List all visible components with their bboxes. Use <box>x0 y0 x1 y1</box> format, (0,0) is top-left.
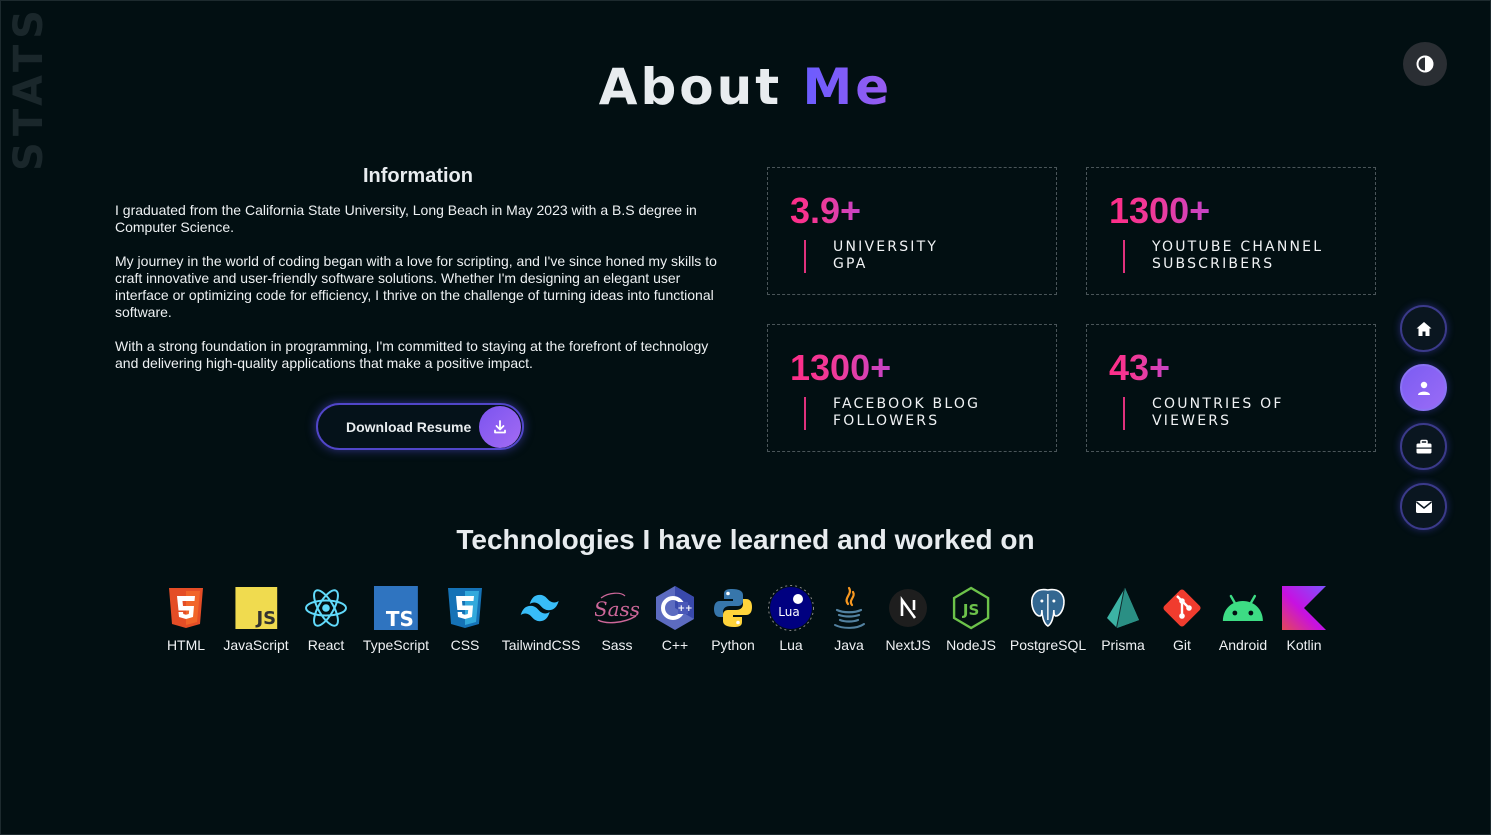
stat-value: 1300+ <box>790 347 892 388</box>
envelope-icon <box>1415 500 1432 513</box>
tech-label: Prisma <box>1101 637 1145 653</box>
stat-value: 43+ <box>1109 347 1171 388</box>
info-paragraph: With a strong foundation in programming,… <box>115 338 709 371</box>
download-resume-label: Download Resume <box>346 418 472 435</box>
android-icon <box>1220 585 1266 631</box>
technologies-list: HTML JS JavaScript React TS TypeScript C… <box>0 585 1491 665</box>
page-title: About Me <box>0 58 1491 116</box>
tech-item-cplusplus: ++ C++ <box>652 585 698 653</box>
react-icon <box>303 585 349 631</box>
svg-text:JS: JS <box>962 601 979 619</box>
stat-value: 3.9+ <box>790 190 862 231</box>
tech-item-nodejs: JS NodeJS <box>946 585 996 653</box>
stat-card-countries: 43+ COUNTRIES OF VIEWERS <box>1086 324 1376 452</box>
tech-label: NextJS <box>885 637 931 653</box>
tech-label: Java <box>834 637 864 653</box>
tech-item-lua: Lua Lua <box>768 585 814 653</box>
nodejs-icon: JS <box>948 585 994 631</box>
info-paragraph: My journey in the world of coding began … <box>115 253 717 320</box>
title-accent: Me <box>802 58 893 116</box>
kotlin-icon <box>1281 585 1327 631</box>
stat-card-gpa: 3.9+ UNIVERSITY GPA <box>767 167 1057 295</box>
theme-toggle-button[interactable] <box>1403 42 1447 86</box>
tech-item-git: Git <box>1159 585 1205 653</box>
stat-label: COUNTRIES OF VIEWERS <box>1152 396 1284 429</box>
tech-item-prisma: Prisma <box>1100 585 1146 653</box>
user-icon <box>1417 381 1430 395</box>
home-icon <box>1416 321 1431 336</box>
python-icon <box>710 585 756 631</box>
tech-label: Lua <box>779 637 803 653</box>
postgresql-icon <box>1025 585 1071 631</box>
stat-label: YOUTUBE CHANNEL SUBSCRIBERS <box>1152 239 1324 272</box>
stat-divider <box>804 240 806 273</box>
tech-item-android: Android <box>1219 585 1267 653</box>
tech-label: C++ <box>661 637 689 653</box>
tech-item-css: CSS <box>442 585 488 653</box>
stat-divider <box>1123 397 1125 430</box>
tech-label: Sass <box>601 637 633 653</box>
stat-divider <box>1123 240 1125 273</box>
tech-label: Android <box>1218 637 1268 653</box>
tech-item-typescript: TS TypeScript <box>363 585 429 653</box>
tech-label: TypeScript <box>362 637 430 653</box>
prisma-icon <box>1100 585 1146 631</box>
nav-contact-button[interactable] <box>1400 483 1447 530</box>
tech-label: JavaScript <box>223 637 289 653</box>
cplusplus-icon: ++ <box>652 585 698 631</box>
git-icon <box>1159 585 1205 631</box>
tech-item-tailwindcss: TailwindCSS <box>501 585 581 653</box>
tech-item-javascript: JS JavaScript <box>223 585 289 653</box>
title-main: About <box>598 58 783 116</box>
tech-item-postgresql: PostgreSQL <box>1010 585 1086 653</box>
information-section: Information I graduated from the Califor… <box>115 165 725 389</box>
svg-text:JS: JS <box>254 608 276 629</box>
tech-item-kotlin: Kotlin <box>1281 585 1327 653</box>
tech-item-html: HTML <box>163 585 209 653</box>
svg-text:Lua: Lua <box>778 605 799 619</box>
stat-card-facebook: 1300+ FACEBOOK BLOG FOLLOWERS <box>767 324 1057 452</box>
tech-item-java: Java <box>826 585 872 653</box>
tech-label: NodeJS <box>946 637 996 653</box>
nav-portfolio-button[interactable] <box>1400 423 1447 470</box>
stat-value: 1300+ <box>1109 190 1211 231</box>
tech-label: Git <box>1173 637 1191 653</box>
svg-text:++: ++ <box>677 604 692 614</box>
typescript-icon: TS <box>373 585 419 631</box>
svg-text:TS: TS <box>386 607 414 630</box>
tech-item-sass: Sass Sass <box>594 585 640 653</box>
technologies-heading: Technologies I have learned and worked o… <box>456 524 1035 555</box>
nextjs-icon <box>885 585 931 631</box>
nav-home-button[interactable] <box>1400 305 1447 352</box>
html5-icon <box>163 585 209 631</box>
contrast-icon <box>1416 55 1434 73</box>
briefcase-icon <box>1416 439 1431 453</box>
lua-icon: Lua <box>768 585 814 631</box>
tech-label: Kotlin <box>1286 637 1322 653</box>
download-icon <box>479 405 521 448</box>
stat-label: UNIVERSITY GPA <box>833 239 939 272</box>
tech-item-react: React <box>303 585 349 653</box>
tech-item-python: Python <box>710 585 756 653</box>
nav-about-button[interactable] <box>1400 364 1447 411</box>
tailwind-icon <box>518 585 564 631</box>
sass-icon: Sass <box>594 585 640 631</box>
stat-label: FACEBOOK BLOG FOLLOWERS <box>833 396 981 429</box>
javascript-icon: JS <box>233 585 279 631</box>
tech-label: Python <box>711 637 755 653</box>
tech-label: React <box>307 637 345 653</box>
tech-item-nextjs: NextJS <box>885 585 931 653</box>
css3-icon <box>442 585 488 631</box>
tech-label: CSS <box>450 637 480 653</box>
information-heading: Information <box>363 165 473 187</box>
download-resume-button[interactable]: Download Resume <box>316 403 524 450</box>
info-paragraph: I graduated from the California State Un… <box>115 202 697 235</box>
tech-label: TailwindCSS <box>501 637 581 653</box>
tech-label: PostgreSQL <box>1009 637 1087 653</box>
tech-label: HTML <box>166 637 206 653</box>
java-icon <box>826 585 872 631</box>
stat-card-youtube: 1300+ YOUTUBE CHANNEL SUBSCRIBERS <box>1086 167 1376 295</box>
stat-divider <box>804 397 806 430</box>
